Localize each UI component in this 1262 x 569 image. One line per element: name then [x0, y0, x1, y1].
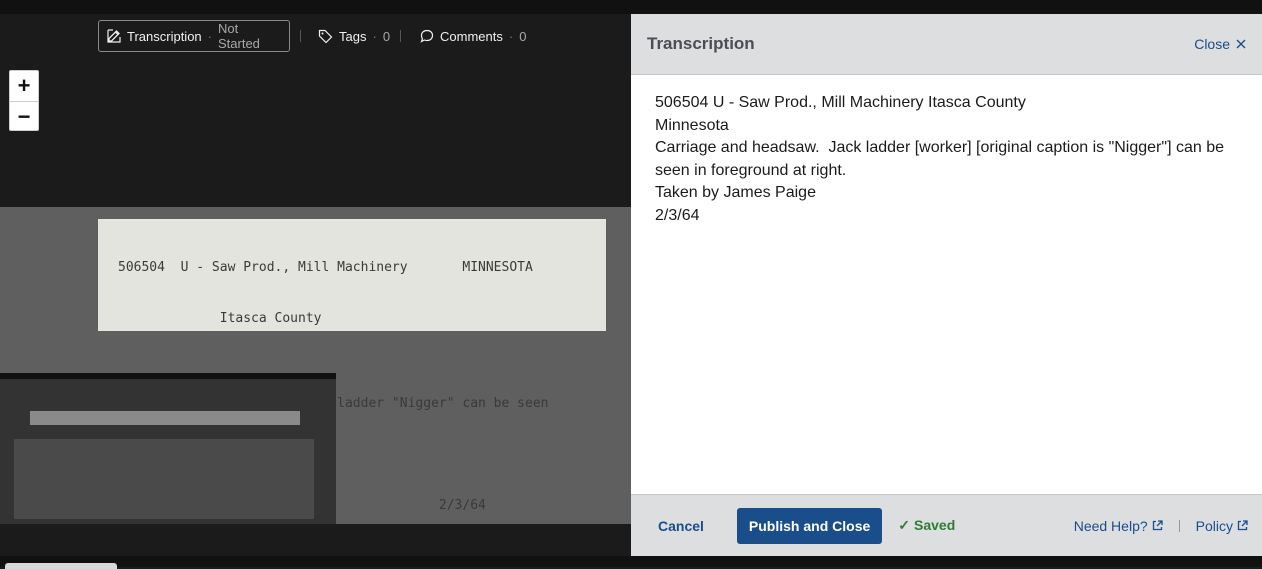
bottom-bar: [0, 556, 1262, 569]
panel-title: Transcription: [647, 34, 755, 53]
zoom-out-button[interactable]: −: [10, 101, 38, 131]
policy-label: Policy: [1195, 517, 1233, 534]
tags-label: Tags: [339, 28, 367, 44]
separator-dot: ·: [207, 28, 212, 44]
close-button[interactable]: Close: [1194, 36, 1246, 52]
cancel-button[interactable]: Cancel: [645, 518, 717, 534]
photo-detail: [30, 411, 300, 425]
bottom-tab[interactable]: [5, 563, 117, 569]
close-icon: [1236, 39, 1246, 49]
publish-and-close-button[interactable]: Publish and Close: [736, 507, 883, 544]
separator-dot: ·: [372, 28, 377, 44]
zoom-in-button[interactable]: +: [10, 71, 38, 101]
transcription-tab-label: Transcription: [127, 28, 202, 44]
policy-link[interactable]: Policy: [1196, 518, 1248, 534]
footer-links: Need Help? Policy: [1074, 518, 1248, 534]
comments-tab[interactable]: Comments · 0: [420, 20, 526, 52]
tag-icon: [318, 29, 333, 44]
zoom-controls: + −: [9, 70, 39, 131]
tags-count: 0: [382, 28, 391, 44]
comment-icon: [420, 29, 434, 43]
external-link-icon: [1237, 520, 1248, 531]
image-viewer[interactable]: Transcription · Not Started Tags · 0 Com…: [0, 14, 631, 556]
link-divider: [1178, 519, 1180, 532]
tags-tab[interactable]: Tags · 0: [318, 20, 390, 52]
photo-detail: [14, 439, 314, 519]
toolbar-divider: [300, 30, 301, 42]
comments-count: 0: [519, 28, 527, 44]
saved-status: ✓ Saved: [898, 517, 955, 534]
caption-card: 506504 U - Saw Prod., Mill Machinery MIN…: [98, 219, 606, 513]
machinery-photo: [0, 373, 336, 524]
separator-dot: ·: [508, 28, 514, 44]
transcription-textarea[interactable]: 506504 U - Saw Prod., Mill Machinery Ita…: [631, 76, 1262, 494]
panel-header: Transcription Close: [631, 14, 1262, 75]
transcription-panel: Transcription Close 506504 U - Saw Prod.…: [631, 14, 1262, 556]
caption-line: Itasca County: [118, 311, 322, 326]
document-image[interactable]: 506504 U - Saw Prod., Mill Machinery MIN…: [0, 207, 631, 524]
saved-label: Saved: [914, 517, 956, 533]
need-help-link[interactable]: Need Help?: [1074, 518, 1163, 534]
close-label: Close: [1194, 36, 1230, 52]
viewer-toolbar: Transcription · Not Started Tags · 0 Com…: [0, 14, 631, 58]
panel-footer: Cancel Publish and Close ✓ Saved Need He…: [631, 494, 1262, 556]
transcription-status: Not Started: [218, 21, 260, 51]
top-strip: [0, 0, 1262, 14]
caption-line: 506504 U - Saw Prod., Mill Machinery MIN…: [118, 260, 533, 275]
comments-label: Comments: [440, 28, 503, 44]
transcription-tab[interactable]: Transcription · Not Started: [98, 20, 290, 52]
need-help-label: Need Help?: [1073, 517, 1148, 534]
external-link-icon: [1152, 520, 1163, 531]
check-icon: ✓: [898, 517, 911, 533]
edit-icon: [107, 29, 121, 43]
toolbar-divider: [400, 30, 401, 42]
